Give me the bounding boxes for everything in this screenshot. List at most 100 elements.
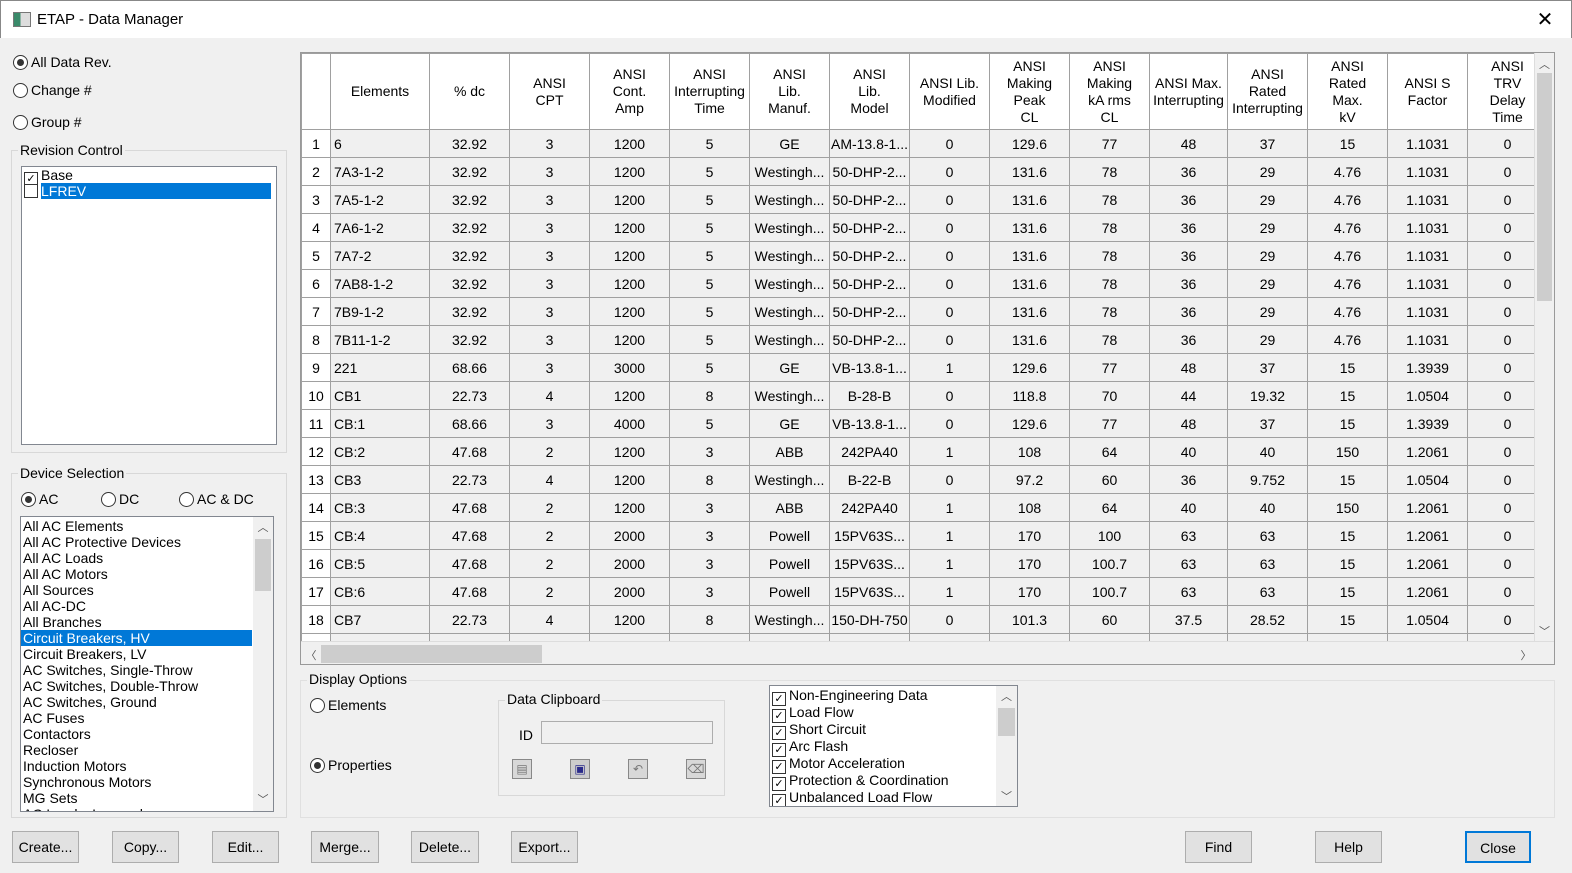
table-row[interactable]: 87B11-1-232.92312005Westingh...50-DHP-2.… <box>302 326 1548 354</box>
table-cell[interactable]: 7A5-1-2 <box>331 186 430 214</box>
table-cell[interactable]: 0 <box>910 270 990 298</box>
clipboard-id-input[interactable] <box>541 721 713 744</box>
device-list-item[interactable]: All Branches <box>21 614 252 630</box>
table-cell[interactable]: 78 <box>1070 298 1150 326</box>
table-row[interactable]: 57A7-232.92312005Westingh...50-DHP-2...0… <box>302 242 1548 270</box>
table-cell[interactable]: Westingh... <box>750 382 830 410</box>
column-header[interactable]: ANSI Max.Interrupting <box>1150 54 1228 130</box>
table-cell[interactable]: CB1 <box>331 382 430 410</box>
table-row[interactable]: 18CB722.73412008Westingh...150-DH-750010… <box>302 606 1548 634</box>
table-cell[interactable]: 1.2061 <box>1388 522 1468 550</box>
column-header[interactable]: ANSIRatedMax.kV <box>1308 54 1388 130</box>
table-cell[interactable]: 7B9-1-2 <box>331 298 430 326</box>
scroll-right-icon[interactable]: 〉 <box>1518 647 1534 663</box>
table-cell[interactable]: 7A7-2 <box>331 242 430 270</box>
device-list-item[interactable]: AC Switches, Double-Throw <box>21 678 252 694</box>
table-cell[interactable]: 64 <box>1070 494 1150 522</box>
table-cell[interactable]: 2 <box>510 578 590 606</box>
table-cell[interactable]: 78 <box>1070 270 1150 298</box>
table-cell[interactable]: 5 <box>670 242 750 270</box>
close-window-button[interactable]: ✕ <box>1533 7 1557 32</box>
table-cell[interactable]: 40 <box>1150 494 1228 522</box>
table-cell[interactable]: 3000 <box>590 354 670 382</box>
table-row[interactable]: 12CB:247.68212003ABB242PA401108644040150… <box>302 438 1548 466</box>
table-cell[interactable]: 78 <box>1070 326 1150 354</box>
table-cell[interactable]: 118.8 <box>990 382 1070 410</box>
device-list-item[interactable]: Induction Motors <box>21 758 252 774</box>
table-cell[interactable]: 3 <box>510 214 590 242</box>
table-cell[interactable]: 242PA40 <box>830 494 910 522</box>
revision-item-lfrev[interactable]: LFREV <box>22 183 276 199</box>
table-cell[interactable]: 150 <box>1308 438 1388 466</box>
table-cell[interactable]: 1.1031 <box>1388 186 1468 214</box>
table-cell[interactable]: 1200 <box>590 466 670 494</box>
table-cell[interactable]: 37 <box>1228 130 1308 158</box>
table-cell[interactable]: 1200 <box>590 270 670 298</box>
table-cell[interactable]: 131.6 <box>990 326 1070 354</box>
table-cell[interactable]: B-28-B <box>830 382 910 410</box>
table-cell[interactable]: Westingh... <box>750 242 830 270</box>
table-cell[interactable]: 68.66 <box>430 354 510 382</box>
table-cell[interactable]: 0 <box>910 382 990 410</box>
table-cell[interactable]: 1.2061 <box>1388 494 1468 522</box>
device-list-item[interactable]: Circuit Breakers, HV <box>21 630 252 646</box>
table-cell[interactable]: 64 <box>1070 438 1150 466</box>
table-cell[interactable]: 50-DHP-2... <box>830 158 910 186</box>
scroll-thumb[interactable] <box>321 645 542 663</box>
table-cell[interactable]: 48 <box>1150 354 1228 382</box>
device-list-item[interactable]: Contactors <box>21 726 252 742</box>
table-cell[interactable]: CB:5 <box>331 550 430 578</box>
table-cell[interactable]: 9.752 <box>1228 466 1308 494</box>
table-row[interactable]: 14CB:347.68212003ABB242PA401108644040150… <box>302 494 1548 522</box>
table-cell[interactable]: 3 <box>510 410 590 438</box>
study-filter-list[interactable]: ✓Non-Engineering Data✓Load Flow✓Short Ci… <box>769 685 1018 807</box>
table-cell[interactable]: 0 <box>910 242 990 270</box>
column-header[interactable]: ANSIMakingPeakCL <box>990 54 1070 130</box>
table-cell[interactable]: 36 <box>1150 242 1228 270</box>
table-cell[interactable]: CB7 <box>331 606 430 634</box>
table-row[interactable]: 11CB:168.66340005GEVB-13.8-1...0129.6774… <box>302 410 1548 438</box>
table-cell[interactable]: 36 <box>1150 158 1228 186</box>
table-cell[interactable]: Powell <box>750 522 830 550</box>
delete-button[interactable]: Delete... <box>411 831 479 863</box>
table-row[interactable]: 37A5-1-232.92312005Westingh...50-DHP-2..… <box>302 186 1548 214</box>
scroll-up-icon[interactable]: ︿ <box>996 688 1017 704</box>
table-cell[interactable]: 37 <box>1228 410 1308 438</box>
table-cell[interactable]: 78 <box>1070 158 1150 186</box>
table-cell[interactable]: 4 <box>510 466 590 494</box>
table-cell[interactable]: 63 <box>1150 550 1228 578</box>
scroll-left-icon[interactable]: 〈 <box>303 647 319 663</box>
table-cell[interactable]: 7B11-1-2 <box>331 326 430 354</box>
revision-list[interactable]: ✓Base LFREV <box>21 166 277 445</box>
table-cell[interactable]: ABB <box>750 438 830 466</box>
create-button[interactable]: Create... <box>12 831 79 863</box>
undo-icon[interactable]: ↶ <box>628 759 648 779</box>
table-cell[interactable]: 63 <box>1150 522 1228 550</box>
table-row[interactable]: 67AB8-1-232.92312005Westingh...50-DHP-2.… <box>302 270 1548 298</box>
table-cell[interactable]: 100.7 <box>1070 578 1150 606</box>
grid-horizontal-scrollbar[interactable]: 〈 〉 <box>301 641 1554 665</box>
study-filter-item[interactable]: ✓Arc Flash <box>770 738 1017 755</box>
table-cell[interactable]: 1.2061 <box>1388 438 1468 466</box>
table-cell[interactable]: 40 <box>1228 438 1308 466</box>
table-cell[interactable]: 47.68 <box>430 522 510 550</box>
study-filter-item[interactable]: ✓Protection & Coordination <box>770 772 1017 789</box>
table-cell[interactable]: Westingh... <box>750 186 830 214</box>
table-cell[interactable]: 4.76 <box>1308 326 1388 354</box>
table-cell[interactable]: 1200 <box>590 130 670 158</box>
table-row[interactable]: 922168.66330005GEVB-13.8-1...1129.677483… <box>302 354 1548 382</box>
device-list-item[interactable]: AC Loads, Lumped <box>21 806 252 812</box>
help-button[interactable]: Help <box>1315 831 1382 863</box>
table-cell[interactable]: 1.1031 <box>1388 298 1468 326</box>
table-cell[interactable]: 28.52 <box>1228 606 1308 634</box>
study-filter-item[interactable]: ✓Unbalanced Load Flow <box>770 789 1017 806</box>
table-cell[interactable]: 47.68 <box>430 438 510 466</box>
column-header[interactable]: ANSI SFactor <box>1388 54 1468 130</box>
table-cell[interactable]: 6 <box>331 130 430 158</box>
table-cell[interactable]: 2000 <box>590 522 670 550</box>
table-cell[interactable]: CB:4 <box>331 522 430 550</box>
table-cell[interactable]: 1200 <box>590 438 670 466</box>
table-cell[interactable]: 40 <box>1228 494 1308 522</box>
column-header[interactable]: ANSICPT <box>510 54 590 130</box>
table-cell[interactable]: 15PV63S... <box>830 578 910 606</box>
